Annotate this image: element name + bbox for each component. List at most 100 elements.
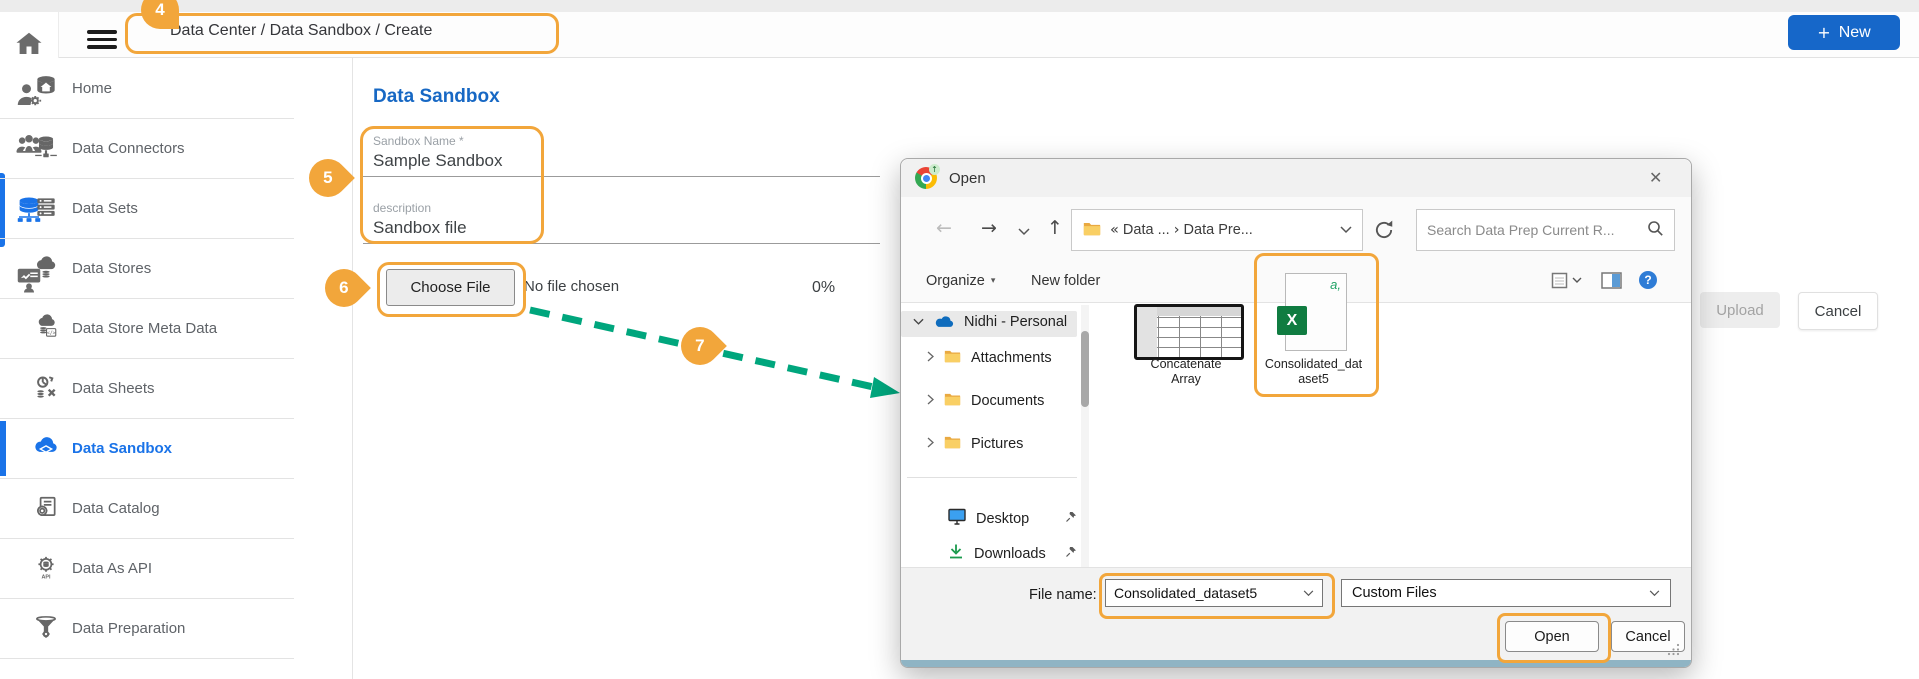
chevron-right-icon [927,350,934,366]
back-icon[interactable]: ← [936,217,952,239]
organize-label: Organize [926,273,985,289]
file-status-text: No file chosen [524,278,620,295]
help-glyph: ? [1644,273,1652,287]
tree-label: Attachments [971,349,1052,366]
forward-icon[interactable]: → [981,217,997,239]
organize-menu[interactable]: Organize ▾ [926,273,995,289]
sidebar-label: Data Catalog [72,500,160,517]
sidebar-item-data-store-meta-data[interactable]: </> Data Store Meta Data [0,299,294,359]
preview-pane-icon[interactable] [1601,272,1622,294]
sidebar-label: Data Sets [72,200,138,217]
data-as-api-icon: API [33,554,59,584]
address-dropdown-icon[interactable] [1340,221,1352,239]
file-consolidated-dataset5-label[interactable]: Consolidated_dat aset5 [1251,357,1376,387]
tree-item-documents[interactable]: Documents [927,390,1044,411]
search-input[interactable]: Search Data Prep Current R... [1416,209,1675,251]
sidebar-label: Data Sandbox [72,440,173,457]
sidebar-item-data-catalog[interactable]: Data Catalog [0,479,294,539]
file-label-line: Consolidated_dat [1264,357,1363,371]
open-button[interactable]: Open [1505,621,1599,652]
file-concatenate-array-icon[interactable] [1134,304,1244,360]
tree-item-pictures[interactable]: Pictures [927,433,1023,454]
badge-4-number: 4 [155,0,165,19]
file-label-line: aset5 [1298,372,1329,386]
sidebar-label: Data Connectors [72,140,185,157]
filetype-value: Custom Files [1352,585,1437,601]
tree-item-attachments[interactable]: Attachments [927,347,1052,368]
data-sheets-icon [33,374,59,404]
filetype-select[interactable]: Custom Files [1341,579,1671,607]
filename-input[interactable]: Consolidated_dataset5 [1105,579,1323,607]
up-icon[interactable]: ↑ [1047,217,1063,239]
close-icon[interactable]: ✕ [1649,168,1662,187]
recent-locations-icon[interactable] [1018,223,1030,241]
sidebar-item-data-sets[interactable]: Data Sets [0,179,294,239]
sidebar-item-data-as-api[interactable]: API Data As API [0,539,294,599]
sidebar-item-data-connectors[interactable]: Data Connectors [0,119,294,179]
downloads-icon [947,543,965,565]
sidebar-item-data-sheets[interactable]: Data Sheets [0,359,294,419]
data-sandbox-icon [33,434,59,464]
view-options-icon[interactable] [1551,272,1582,289]
address-crumb-2[interactable]: Data Pre... [1184,222,1253,238]
address-crumb-1[interactable]: Data ... [1123,222,1170,238]
upload-button[interactable]: Upload [1700,292,1780,328]
open-file-dialog: ↑ Open ✕ ← → ↑ « Data ... › Data Pre... … [900,158,1692,668]
pin-icon [1065,546,1077,562]
sidebar-label: Data Sheets [72,380,155,397]
chevron-down-icon[interactable] [1303,584,1314,602]
chevron-down-icon [913,314,924,330]
svg-text:</>: </> [47,330,56,336]
filename-label: File name: [1029,587,1097,603]
search-icon [1646,219,1664,242]
excel-x-glyph: X [1286,311,1298,329]
breadcrumb[interactable]: Data Center / Data Sandbox / Create [170,22,432,40]
new-button[interactable]: + New [1788,15,1900,50]
tree-item-onedrive[interactable]: Nidhi - Personal [913,312,1067,332]
tree-item-downloads[interactable]: Downloads [947,543,1077,565]
onedrive-icon [933,312,955,332]
folder-icon [943,347,962,368]
chevron-down-icon: ▾ [990,276,996,286]
badge-7-number: 7 [695,336,705,355]
sidebar-item-data-stores[interactable]: Data Stores [0,239,294,299]
search-placeholder: Search Data Prep Current R... [1427,222,1615,238]
address-bar[interactable]: « Data ... › Data Pre... [1071,209,1363,251]
address-path: « Data ... › Data Pre... [1110,222,1253,238]
annotation-box-choose-file [377,262,526,317]
badge-5-number: 5 [323,168,333,187]
address-separator: › [1173,222,1180,238]
new-button-label: New [1838,23,1871,41]
cancel-button[interactable]: Cancel [1798,292,1878,330]
resize-grip-icon[interactable] [1667,643,1680,661]
page-title: Data Sandbox [373,86,500,107]
tree-scrollbar-thumb[interactable] [1081,331,1089,407]
tree-label: Desktop [976,510,1030,527]
sidebar-label: Data As API [72,560,153,577]
filename-value: Consolidated_dataset5 [1114,585,1258,601]
tree-label: Documents [971,392,1045,409]
chevron-right-icon [927,436,934,452]
sidebar-item-data-sandbox[interactable]: Data Sandbox [0,419,294,479]
data-store-meta-data-icon: </> [33,313,59,344]
dialog-title-bar[interactable]: ↑ Open [901,159,1691,197]
refresh-icon[interactable] [1373,219,1395,246]
menu-icon[interactable] [87,26,117,53]
folder-icon [1082,218,1102,243]
sidebar-item-data-preparation[interactable]: Data Preparation [0,599,294,659]
tree-item-desktop[interactable]: Desktop [947,507,1077,530]
sidebar-label: Data Preparation [72,620,186,637]
annotation-box-fields [360,126,544,244]
excel-a-glyph: a, [1330,277,1341,292]
dialog-title: Open [949,169,986,187]
sidebar-item-home[interactable]: Home [0,59,294,119]
data-catalog-icon [33,494,59,524]
sidebar-label: Data Stores [72,260,152,277]
excel-x-icon: X [1277,306,1307,335]
file-concatenate-array-label[interactable]: Concatenate Array [1128,357,1244,387]
svg-text:API: API [41,574,51,580]
upload-progress: 0% [812,279,836,296]
data-connectors-icon [33,134,59,164]
new-folder-button[interactable]: New folder [1031,273,1100,289]
help-icon[interactable]: ? [1639,271,1657,289]
